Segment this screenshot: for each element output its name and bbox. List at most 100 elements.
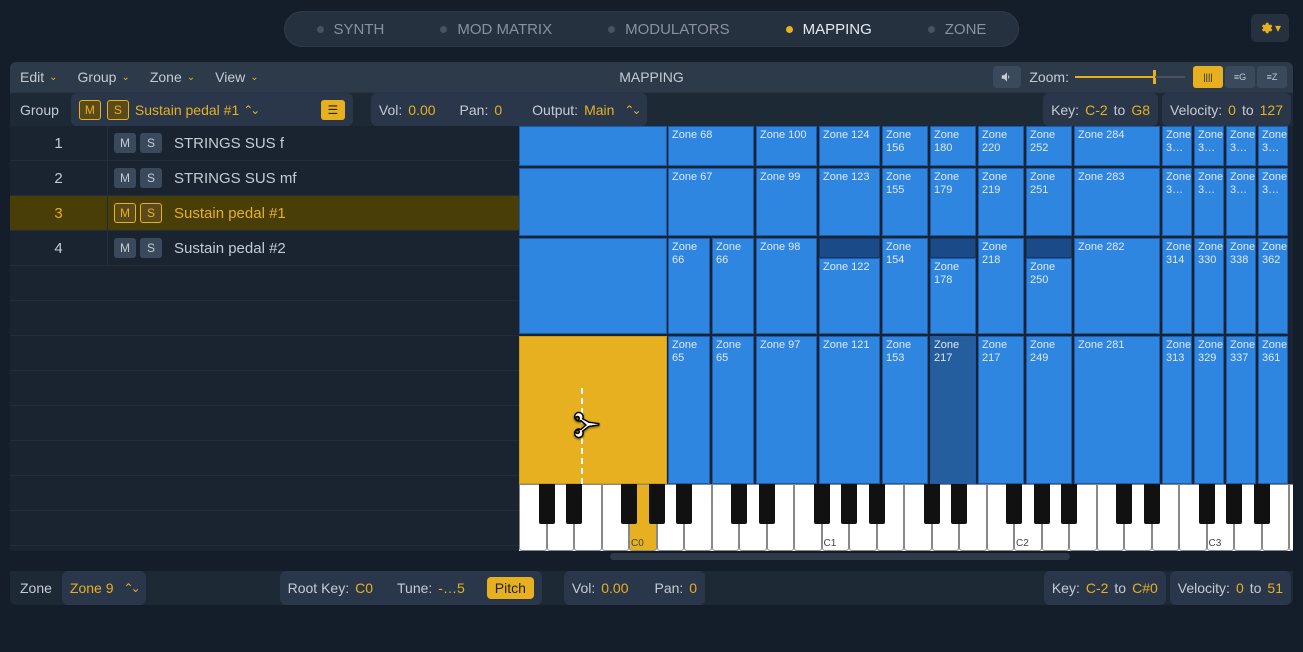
zone-cell[interactable]: Zone 154 [882,238,928,334]
zone-cell[interactable]: Zone 281 [1074,336,1160,484]
black-key[interactable] [924,484,940,524]
zone-cell[interactable]: Zone 123 [819,168,880,236]
zone-cell[interactable]: Zone 121 [819,336,880,484]
zone-cell[interactable]: Zone 179 [930,168,976,236]
rootkey-value[interactable]: C0 [355,580,373,596]
vol-value[interactable]: 0.00 [408,102,435,118]
tab-mapping[interactable]: MAPPING [758,14,900,44]
solo-button[interactable]: S [140,238,162,258]
zone-cell[interactable]: Zone 99 [756,168,817,236]
mute-button[interactable]: M [114,203,136,223]
settings-gear-menu[interactable]: ▾ [1251,14,1289,42]
tune-value[interactable]: -…5 [438,580,464,596]
black-key[interactable] [951,484,967,524]
zone-cell[interactable] [519,336,667,484]
zone-cell[interactable]: Zone 3… [1194,126,1224,166]
black-key[interactable] [841,484,857,524]
zone-cell[interactable]: Zone 65 [668,336,710,484]
zone-cell[interactable]: Zone 314 [1162,238,1192,334]
black-key[interactable] [731,484,747,524]
zone-cell[interactable] [519,168,667,236]
vol-value[interactable]: 0.00 [601,580,628,596]
keyboard[interactable]: C0C1C2C3 [519,484,1293,551]
key-high[interactable]: G8 [1131,102,1150,118]
zone-cell[interactable]: Zone 65 [712,336,754,484]
zone-cell[interactable]: Zone 283 [1074,168,1160,236]
key-low[interactable]: C-2 [1085,102,1108,118]
zone-cell[interactable] [519,126,667,166]
group-solo-button[interactable]: S [107,100,129,120]
zone-cell[interactable]: Zone 68 [668,126,754,166]
black-key[interactable] [566,484,582,524]
black-key[interactable] [1006,484,1022,524]
pitch-toggle[interactable]: Pitch [487,577,534,599]
output-value[interactable]: Main [584,102,614,118]
view-mode-group[interactable]: ≡G [1225,66,1255,88]
zone-cell[interactable]: Zone 338 [1226,238,1256,334]
zone-cell[interactable]: Zone 217 [978,336,1024,484]
group-row[interactable]: 2MSSTRINGS SUS mf [10,161,519,196]
zone-cell[interactable]: Zone 362 [1258,238,1288,334]
zone-cell[interactable]: Zone 361 [1258,336,1288,484]
zone-cell[interactable]: Zone 3… [1258,126,1288,166]
black-key[interactable] [621,484,637,524]
white-key[interactable] [1289,484,1293,551]
solo-button[interactable]: S [140,133,162,153]
velocity-low[interactable]: 0 [1228,102,1236,118]
black-key[interactable] [649,484,665,524]
audition-speaker-button[interactable] [993,66,1021,88]
zone-cell[interactable]: Zone 250 [1026,258,1072,334]
zone-cell[interactable]: Zone 178 [930,258,976,334]
black-key[interactable] [1144,484,1160,524]
black-key[interactable] [1254,484,1270,524]
zone-cell[interactable]: Zone 124 [819,126,880,166]
zone-cell[interactable]: Zone 219 [978,168,1024,236]
solo-button[interactable]: S [140,168,162,188]
zone-cell[interactable]: Zone 249 [1026,336,1072,484]
group-name-dropdown[interactable]: Sustain pedal #1 ⌃⌄ [135,102,315,118]
group-list-icon[interactable]: ☰ [321,100,345,120]
velocity-high[interactable]: 127 [1260,102,1283,118]
menu-edit[interactable]: Edit⌄ [10,62,68,92]
zoom-slider[interactable] [1075,70,1185,84]
view-mode-zone[interactable]: ≡Z [1257,66,1287,88]
tab-synth[interactable]: SYNTH [289,14,413,44]
black-key[interactable] [1034,484,1050,524]
zone-cell[interactable]: Zone 98 [756,238,817,334]
zone-cell[interactable]: Zone 97 [756,336,817,484]
zone-cell[interactable]: Zone 252 [1026,126,1072,166]
horizontal-scrollbar[interactable] [610,553,1070,560]
view-mode-keymap[interactable]: |||| [1193,66,1223,88]
black-key[interactable] [1061,484,1077,524]
tab-modmatrix[interactable]: MOD MATRIX [412,14,580,44]
mute-button[interactable]: M [114,133,136,153]
black-key[interactable] [1199,484,1215,524]
black-key[interactable] [676,484,692,524]
zone-cell[interactable]: Zone 329 [1194,336,1224,484]
zone-cell[interactable]: Zone 220 [978,126,1024,166]
zone-cell[interactable]: Zone 67 [668,168,754,236]
zone-cell[interactable]: Zone 282 [1074,238,1160,334]
velocity-low[interactable]: 0 [1236,580,1244,596]
solo-button[interactable]: S [140,203,162,223]
zone-cell[interactable]: Zone 100 [756,126,817,166]
zoom-slider-handle[interactable] [1153,70,1156,84]
zone-cell[interactable]: Zone 217 [930,336,976,484]
zone-cell[interactable]: Zone 3… [1162,168,1192,236]
zone-cell[interactable]: Zone 337 [1226,336,1256,484]
pan-value[interactable]: 0 [689,580,697,596]
tab-modulators[interactable]: MODULATORS [580,14,757,44]
zone-cell[interactable]: Zone 3… [1194,168,1224,236]
menu-view[interactable]: View⌄ [205,62,268,92]
zone-cell[interactable]: Zone 156 [882,126,928,166]
black-key[interactable] [759,484,775,524]
group-row[interactable]: 1MSSTRINGS SUS f [10,126,519,161]
zone-cell[interactable]: Zone 66 [712,238,754,334]
zone-cell[interactable]: Zone 122 [819,258,880,334]
black-key[interactable] [1226,484,1242,524]
menu-group[interactable]: Group⌄ [68,62,140,92]
menu-zone[interactable]: Zone⌄ [140,62,205,92]
zone-cell[interactable]: Zone 284 [1074,126,1160,166]
black-key[interactable] [539,484,555,524]
group-row[interactable]: 4MSSustain pedal #2 [10,231,519,266]
